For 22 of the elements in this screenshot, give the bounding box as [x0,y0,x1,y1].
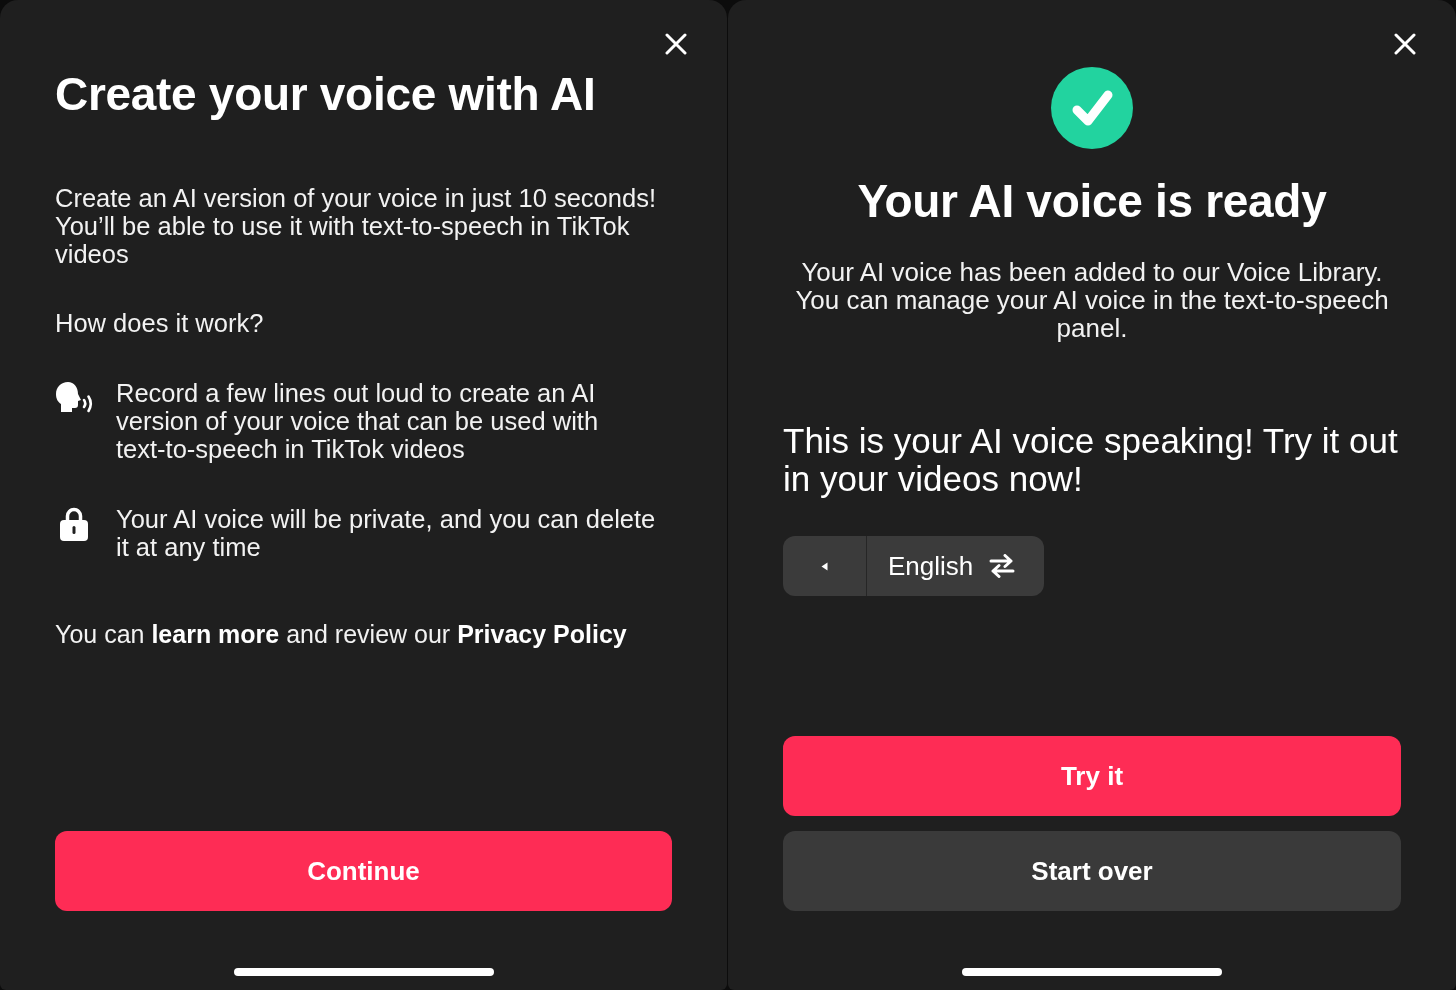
action-button[interactable]: Try it [783,736,1401,816]
check-circle-icon [1051,67,1133,149]
text-link[interactable]: learn more [151,620,280,648]
close-icon [1394,33,1416,55]
description: Create an AI version of your voice in just 10 seconds! You’ll be able to use it with text-to-speech in TikTok videos [55,184,657,268]
text-link[interactable]: Privacy Policy [457,620,627,648]
privacy-note: You can learn more and review our Privacy Policy [55,620,628,648]
lock-icon [58,506,90,541]
title: Create your voice with AI [55,67,597,122]
speaking-head-icon [55,381,95,414]
swap-arrows-icon [989,554,1016,578]
close-icon [665,33,687,55]
action-button[interactable]: Start over [783,831,1401,911]
sample-text: This is your AI voice speaking! Try it out in your videos now! [783,422,1399,498]
feature-text: Your AI voice will be private, and you can delete it at any time [116,505,657,561]
question: How does it work? [55,309,265,337]
feature-text: Record a few lines out loud to create an AI version of your voice that can be used with text-to-speech in TikTok videos [116,379,600,463]
title: Your AI voice is ready [857,174,1327,229]
description: Your AI voice has been added to our Voice Library. You can manage your AI voice in the text-to-speech panel. [794,258,1390,342]
small-triangle-icon [821,561,828,571]
language-button[interactable]: English [867,536,1045,596]
action-button[interactable]: Continue [55,831,672,911]
